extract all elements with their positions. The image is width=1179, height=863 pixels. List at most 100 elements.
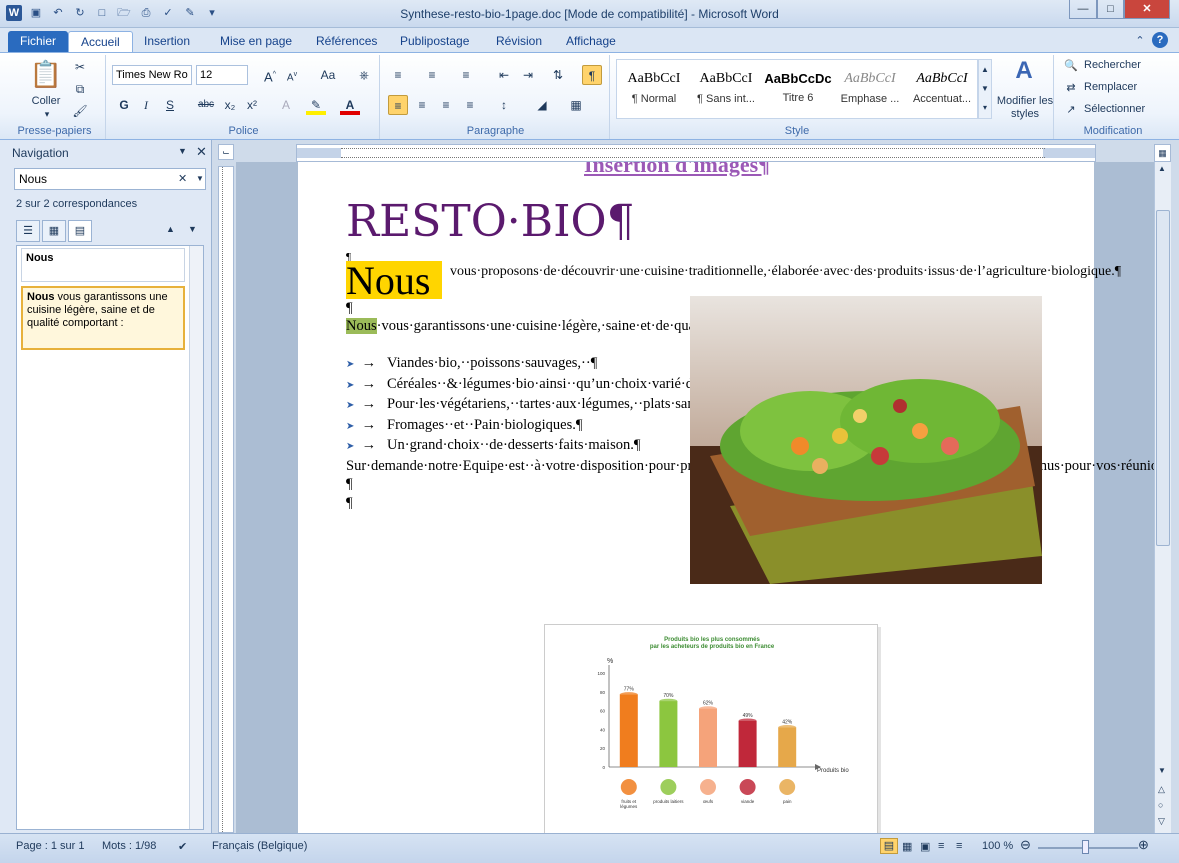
tab-headings-icon[interactable]: ☰ (16, 220, 40, 242)
style-heading6[interactable]: AaBbCcDc Titre 6 (762, 63, 834, 119)
tab-file[interactable]: Fichier (8, 31, 69, 52)
prev-result-icon[interactable]: ▲ (166, 224, 175, 234)
replace-button[interactable]: Remplacer (1084, 81, 1137, 93)
zoom-slider-thumb[interactable] (1082, 840, 1089, 854)
tab-view[interactable]: Affichage (554, 31, 628, 52)
nav-result-item[interactable]: Nous (21, 248, 185, 282)
format-painter-icon[interactable]: 🖌 (70, 101, 90, 121)
document-page[interactable]: Insertion d'images¶ RESTO·BIO¶ ¶ Nous vo… (298, 162, 1154, 833)
zoom-level[interactable]: 100 % (982, 840, 1013, 852)
style-accent[interactable]: AaBbCcI Accentuat... (906, 63, 978, 119)
nav-result-item-selected[interactable]: Nous vous garantissons une cuisine légèr… (21, 286, 185, 350)
print-layout-view-icon[interactable]: ▤ (880, 838, 898, 854)
paste-icon[interactable]: 📋 (26, 59, 66, 95)
borders-icon[interactable]: ▦ (566, 95, 586, 115)
minimize-button[interactable]: — (1069, 0, 1097, 19)
font-color-icon[interactable]: A (340, 95, 360, 115)
outline-view-icon[interactable]: ≡ (938, 840, 944, 852)
nav-scrollbar[interactable] (189, 246, 203, 829)
sort-icon[interactable]: ⇅ (548, 65, 568, 85)
style-no-spacing[interactable]: AaBbCcI ¶ Sans int... (690, 63, 762, 119)
proofing-icon[interactable]: ✔ (178, 840, 187, 853)
tab-review[interactable]: Révision (484, 31, 554, 52)
multilevel-list-icon[interactable]: ≡ (456, 65, 476, 85)
close-button[interactable]: ✕ (1124, 0, 1170, 19)
clear-search-icon[interactable]: ✕ (178, 172, 187, 185)
bio-products-chart[interactable]: Produits bio les plus consommés par les a… (544, 624, 878, 833)
fullscreen-reading-icon[interactable]: ▦ (902, 840, 912, 853)
strikethrough-button[interactable]: abc (194, 95, 218, 115)
minimize-ribbon-icon[interactable]: ⌃ (1132, 33, 1148, 49)
chart-data-label: 62% (703, 701, 714, 707)
salad-photo[interactable] (690, 296, 1042, 584)
cut-icon[interactable]: ✂ (70, 57, 90, 77)
tab-home[interactable]: Accueil (68, 31, 133, 52)
scroll-down-icon[interactable]: ▼ (1158, 766, 1166, 775)
decrease-indent-icon[interactable]: ⇤ (494, 65, 514, 85)
vertical-ruler[interactable] (218, 166, 234, 833)
nav-options-icon[interactable]: ▼ (178, 146, 187, 156)
numbering-icon[interactable]: ≡ (422, 65, 442, 85)
subscript-button[interactable]: x₂ (220, 95, 240, 115)
underline-button[interactable]: S (160, 95, 180, 115)
status-page[interactable]: Page : 1 sur 1 (16, 840, 85, 852)
scrollbar-thumb[interactable] (1156, 210, 1170, 546)
status-words[interactable]: Mots : 1/98 (102, 840, 156, 852)
browse-object-icon[interactable]: ○ (1158, 800, 1163, 810)
tab-mailings[interactable]: Publipostage (388, 31, 481, 52)
highlight-color-icon[interactable]: ✎ (306, 95, 326, 115)
shrink-font-icon[interactable]: Av (282, 65, 302, 85)
tab-references[interactable]: Références (304, 31, 389, 52)
nav-close-icon[interactable]: ✕ (196, 144, 207, 160)
font-name-field[interactable]: Times New Ro (112, 65, 192, 85)
change-styles-button[interactable]: Modifier les styles (994, 95, 1056, 121)
align-left-icon[interactable]: ≡ (388, 95, 408, 115)
font-size-field[interactable]: 12 (196, 65, 248, 85)
clear-formatting-icon[interactable]: ⎈ (354, 65, 374, 85)
find-button[interactable]: Rechercher (1084, 59, 1141, 71)
tab-pages-icon[interactable]: ▦ (42, 220, 66, 242)
scroll-up-icon[interactable]: ▲ (1158, 164, 1166, 173)
paste-button[interactable]: Coller (22, 95, 70, 107)
select-button[interactable]: Sélectionner (1084, 103, 1145, 115)
maximize-button[interactable]: □ (1097, 0, 1124, 19)
tab-selector-icon[interactable]: ⌙ (218, 144, 234, 160)
change-case-button[interactable]: Aa (314, 65, 342, 85)
tab-results-icon[interactable]: ▤ (68, 220, 92, 242)
text-effects-icon[interactable]: A (276, 95, 296, 115)
copy-icon[interactable]: ⧉ (70, 79, 90, 99)
grow-font-icon[interactable]: A^ (260, 65, 280, 85)
select-icon: ↗ (1066, 104, 1076, 116)
line-spacing-icon[interactable]: ↕ (494, 95, 514, 115)
next-page-icon[interactable]: ▽ (1158, 816, 1165, 827)
style-normal[interactable]: AaBbCcI ¶ Normal (618, 63, 690, 119)
styles-scroll[interactable]: ▲ ▼ ▾ (978, 59, 992, 119)
superscript-button[interactable]: x² (242, 95, 262, 115)
zoom-in-icon[interactable]: ⊕ (1138, 837, 1149, 853)
search-options-icon[interactable]: ▼ (196, 174, 204, 183)
bullets-icon[interactable]: ≡ (388, 65, 408, 85)
show-formatting-marks-icon[interactable]: ¶ (582, 65, 602, 85)
increase-indent-icon[interactable]: ⇥ (518, 65, 538, 85)
previous-page-icon[interactable]: △ (1158, 784, 1165, 795)
next-result-icon[interactable]: ▼ (188, 224, 197, 234)
paste-dropdown-icon[interactable]: ▾ (42, 109, 52, 120)
shading-icon[interactable]: ◢ (532, 95, 552, 115)
style-emphasis[interactable]: AaBbCcI Emphase ... (834, 63, 906, 119)
horizontal-ruler[interactable] (296, 144, 1096, 162)
justify-icon[interactable]: ≡ (460, 95, 480, 115)
draft-view-icon[interactable]: ≡ (956, 840, 962, 852)
web-layout-icon[interactable]: ▣ (920, 840, 930, 853)
align-right-icon[interactable]: ≡ (436, 95, 456, 115)
view-ruler-icon[interactable]: ▦ (1154, 144, 1171, 162)
italic-button[interactable]: I (136, 95, 156, 115)
status-language[interactable]: Français (Belgique) (212, 840, 307, 852)
bold-button[interactable]: G (114, 95, 134, 115)
align-center-icon[interactable]: ≡ (412, 95, 432, 115)
tab-page-layout[interactable]: Mise en page (208, 31, 304, 52)
change-styles-icon[interactable]: A (996, 57, 1052, 85)
zoom-out-icon[interactable]: ⊖ (1020, 837, 1031, 853)
help-icon[interactable]: ? (1152, 32, 1168, 48)
tab-insert[interactable]: Insertion (132, 31, 202, 52)
vertical-scrollbar[interactable]: ▲ ▼ △ ○ ▽ (1154, 162, 1171, 833)
